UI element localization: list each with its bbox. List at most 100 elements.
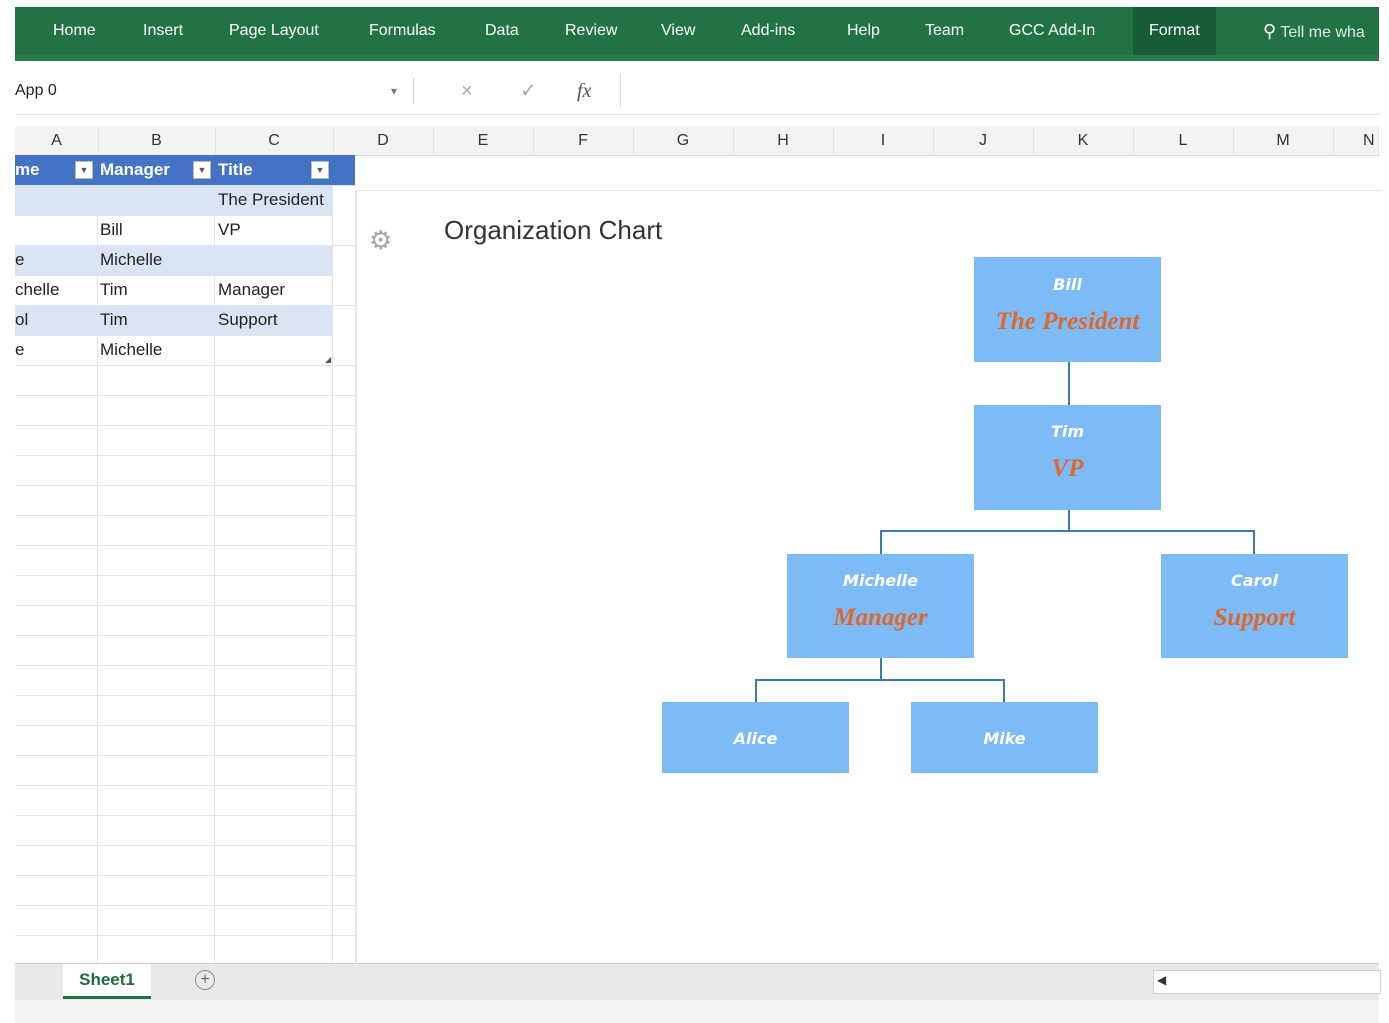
- tab-help[interactable]: Help: [847, 7, 880, 55]
- empty-row[interactable]: [15, 545, 355, 576]
- filter-dropdown-icon[interactable]: ▼: [311, 161, 329, 179]
- cell-b[interactable]: Michelle: [100, 335, 162, 365]
- cell-c[interactable]: Manager: [218, 275, 285, 305]
- tab-view[interactable]: View: [661, 7, 695, 55]
- sheet-tab-sheet1[interactable]: Sheet1: [63, 964, 151, 999]
- filter-dropdown-icon[interactable]: ▼: [75, 161, 93, 179]
- tab-insert[interactable]: Insert: [143, 7, 183, 55]
- scroll-left-icon[interactable]: ◀: [1157, 973, 1166, 987]
- org-chart-panel[interactable]: ⚙ Organization Chart Bill The President …: [355, 190, 1381, 964]
- gear-icon[interactable]: ⚙: [369, 225, 392, 256]
- empty-row[interactable]: [15, 905, 355, 936]
- tab-format[interactable]: Format: [1133, 7, 1216, 55]
- column-header-g[interactable]: G: [633, 128, 734, 154]
- org-node-tim[interactable]: Tim VP: [974, 405, 1161, 510]
- column-header-i[interactable]: I: [833, 128, 934, 154]
- tab-formulas[interactable]: Formulas: [369, 7, 436, 55]
- empty-row[interactable]: [15, 815, 355, 846]
- tab-team[interactable]: Team: [925, 7, 964, 55]
- cell-grid[interactable]: me ▼ Manager ▼ Title ▼ The President Bill V…: [15, 155, 355, 963]
- column-header-b[interactable]: B: [98, 128, 216, 154]
- column-header-j[interactable]: J: [933, 128, 1034, 154]
- formula-bar: App 0 ▾ × ✓ fx: [15, 68, 1380, 115]
- column-header-h[interactable]: H: [733, 128, 834, 154]
- empty-row[interactable]: [15, 695, 355, 726]
- cell-a[interactable]: ol: [15, 305, 28, 335]
- empty-row[interactable]: [15, 755, 355, 786]
- org-node-mike[interactable]: Mike: [911, 702, 1098, 773]
- empty-row[interactable]: [15, 635, 355, 666]
- tab-page-layout[interactable]: Page Layout: [229, 7, 319, 55]
- empty-row[interactable]: [15, 425, 355, 456]
- name-box[interactable]: App 0: [15, 76, 395, 106]
- node-title: Support: [1213, 604, 1296, 631]
- column-header-a[interactable]: A: [15, 128, 99, 154]
- cell-a[interactable]: chelle: [15, 275, 59, 305]
- table-row[interactable]: The President: [15, 185, 333, 216]
- empty-row[interactable]: [15, 485, 355, 516]
- node-title: VP: [1051, 455, 1084, 482]
- column-header-e[interactable]: E: [433, 128, 534, 154]
- tab-home[interactable]: Home: [53, 7, 96, 55]
- table-row[interactable]: chelle Tim Manager: [15, 275, 355, 306]
- column-header-l[interactable]: L: [1133, 128, 1234, 154]
- cell-b[interactable]: Tim: [100, 275, 128, 305]
- horizontal-scrollbar[interactable]: ◀: [1153, 970, 1381, 994]
- status-bar: [15, 1000, 1379, 1023]
- empty-row[interactable]: [15, 875, 355, 906]
- cell-c[interactable]: VP: [218, 215, 241, 245]
- cell-c[interactable]: The President: [218, 185, 324, 215]
- cell-b[interactable]: Bill: [100, 215, 123, 245]
- table-row[interactable]: Bill VP: [15, 215, 355, 246]
- formula-input[interactable]: [620, 74, 1380, 108]
- table-row[interactable]: e Michelle ◢: [15, 335, 355, 366]
- column-header-d[interactable]: D: [333, 128, 434, 154]
- node-name: Alice: [733, 729, 778, 748]
- column-header-f[interactable]: F: [533, 128, 634, 154]
- org-node-bill[interactable]: Bill The President: [974, 257, 1161, 362]
- cancel-icon[interactable]: ×: [461, 76, 473, 106]
- org-node-carol[interactable]: Carol Support: [1161, 554, 1348, 658]
- cell-b[interactable]: Tim: [100, 305, 128, 335]
- add-sheet-icon[interactable]: +: [195, 970, 215, 990]
- empty-row[interactable]: [15, 725, 355, 756]
- empty-row[interactable]: [15, 665, 355, 696]
- column-header-c[interactable]: C: [215, 128, 334, 154]
- tab-review[interactable]: Review: [565, 7, 617, 55]
- filter-dropdown-icon[interactable]: ▼: [193, 161, 211, 179]
- tab-data[interactable]: Data: [485, 7, 519, 55]
- empty-row[interactable]: [15, 935, 355, 963]
- sheet-tab-bar: Sheet1 + ◀: [15, 963, 1381, 1000]
- cell-c[interactable]: Support: [218, 305, 278, 335]
- cell-a[interactable]: e: [15, 335, 24, 365]
- org-node-alice[interactable]: Alice: [662, 702, 849, 773]
- table-header-title[interactable]: Title ▼: [218, 155, 333, 185]
- connector-line: [1068, 362, 1070, 405]
- empty-row[interactable]: [15, 515, 355, 546]
- empty-row[interactable]: [15, 785, 355, 816]
- empty-row[interactable]: [15, 365, 355, 396]
- table-header-name[interactable]: me ▼: [15, 155, 97, 185]
- column-header-m[interactable]: M: [1233, 128, 1334, 154]
- empty-row[interactable]: [15, 605, 355, 636]
- cell-a[interactable]: e: [15, 245, 24, 275]
- node-title: The President: [995, 308, 1140, 335]
- org-node-michelle[interactable]: Michelle Manager: [787, 554, 974, 658]
- enter-icon[interactable]: ✓: [520, 76, 537, 106]
- tab-gcc-add-in[interactable]: GCC Add-In: [1009, 7, 1095, 55]
- insert-function-icon[interactable]: fx: [577, 76, 591, 106]
- table-row[interactable]: ol Tim Support: [15, 305, 333, 336]
- column-header-n[interactable]: N: [1333, 128, 1379, 154]
- tab-add-ins[interactable]: Add-ins: [741, 7, 795, 55]
- cell-b[interactable]: Michelle: [100, 245, 162, 275]
- tell-me-box[interactable]: ⚲ Tell me wha: [1263, 7, 1365, 55]
- column-header-k[interactable]: K: [1033, 128, 1134, 154]
- empty-row[interactable]: [15, 455, 355, 486]
- empty-row[interactable]: [15, 845, 355, 876]
- table-header-manager[interactable]: Manager ▼: [100, 155, 215, 185]
- table-row[interactable]: e Michelle: [15, 245, 333, 276]
- table-resize-handle[interactable]: ◢: [325, 355, 331, 364]
- empty-row[interactable]: [15, 395, 355, 426]
- empty-row[interactable]: [15, 575, 355, 606]
- name-box-dropdown-icon[interactable]: ▾: [391, 76, 397, 106]
